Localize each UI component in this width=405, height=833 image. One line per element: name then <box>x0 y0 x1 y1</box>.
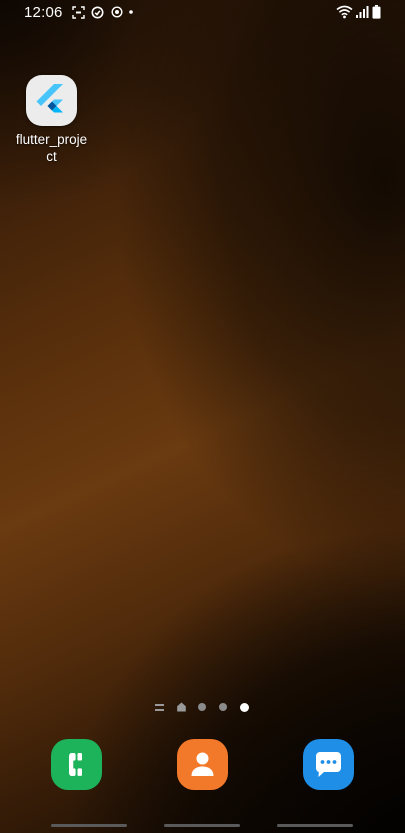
signal-icon <box>356 6 369 18</box>
home-page-icon[interactable] <box>177 702 186 712</box>
wifi-icon <box>336 5 353 19</box>
messages-app[interactable] <box>303 739 354 790</box>
app-label[interactable]: flutter_project <box>14 131 89 165</box>
contact-icon <box>191 752 214 776</box>
navigation-bar <box>0 815 405 833</box>
contacts-app[interactable] <box>177 739 228 790</box>
app-flutter-project[interactable]: flutter_project <box>14 75 89 165</box>
chat-bubble-icon <box>316 752 341 777</box>
phone-icon <box>69 753 82 776</box>
notification-dot-icon <box>129 10 133 14</box>
home-screen: 12:06 flutter_project <box>0 0 405 833</box>
page-dot[interactable] <box>219 703 227 711</box>
sync-icon <box>91 6 104 19</box>
battery-icon <box>372 5 381 19</box>
menu-lines-icon[interactable] <box>155 703 164 712</box>
home-button[interactable] <box>164 824 240 827</box>
page-dot[interactable] <box>198 703 206 711</box>
screenshot-icon <box>72 6 85 19</box>
status-bar: 12:06 <box>0 0 405 26</box>
flutter-icon[interactable] <box>26 75 77 126</box>
status-time: 12:06 <box>24 4 63 21</box>
recent-apps-button[interactable] <box>51 824 127 827</box>
back-button[interactable] <box>277 824 353 827</box>
data-saver-icon <box>111 6 123 18</box>
page-dot-active[interactable] <box>240 702 249 712</box>
phone-app[interactable] <box>51 739 102 790</box>
page-indicator <box>0 700 405 716</box>
